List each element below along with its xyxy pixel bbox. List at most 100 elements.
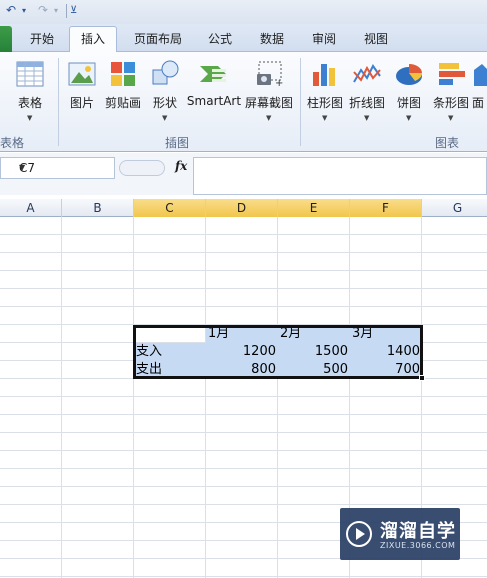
insert-function-icon[interactable]: fx [175, 159, 187, 173]
tab-page-layout[interactable]: 页面布局 [126, 27, 190, 52]
column-header-c[interactable]: C [134, 199, 206, 217]
screenshot-icon: + [257, 61, 283, 89]
grid-line [0, 432, 487, 433]
chevron-down-icon: ▼ [448, 114, 454, 122]
chevron-down-icon: ▼ [162, 114, 168, 122]
grid-line [0, 252, 487, 253]
tab-view[interactable]: 视图 [354, 27, 398, 52]
pie-chart-label: 饼图 [396, 96, 421, 110]
group-divider [58, 58, 59, 146]
group-divider [300, 58, 301, 146]
tab-formulas[interactable]: 公式 [198, 27, 242, 52]
toolbar-divider [66, 4, 67, 18]
grid-line [0, 306, 487, 307]
smartart-label: SmartArt [186, 94, 242, 108]
shapes-icon [152, 60, 179, 85]
clipart-label: 剪贴画 [104, 96, 141, 110]
grid-line [0, 396, 487, 397]
column-chart-icon [313, 64, 335, 86]
area-chart-button[interactable]: 面 [472, 54, 487, 134]
picture-label: 图片 [69, 96, 94, 110]
svg-text:+: + [275, 78, 283, 89]
tab-home[interactable]: 开始 [20, 27, 64, 52]
group-label-illustrations: 插图 [165, 136, 190, 150]
undo-icon[interactable]: ↶ [6, 3, 16, 19]
pie-chart-button[interactable]: 饼图 ▼ [388, 54, 430, 134]
bar-chart-label: 条形图 [432, 96, 469, 110]
tab-insert[interactable]: 插入 [69, 26, 117, 53]
grid-line [0, 414, 487, 415]
formula-input[interactable] [193, 157, 487, 195]
column-header-b[interactable]: B [62, 199, 134, 217]
column-header-f[interactable]: F [350, 199, 422, 217]
play-icon [346, 521, 372, 547]
grid-line [0, 576, 487, 577]
clipart-button[interactable]: 剪贴画 [102, 54, 144, 134]
line-chart-label: 折线图 [348, 96, 385, 110]
bar-chart-icon [439, 63, 465, 85]
table-icon [16, 61, 44, 87]
fill-handle[interactable] [419, 375, 425, 381]
chevron-down-icon: ▼ [266, 114, 272, 122]
smartart-button[interactable]: SmartArt [186, 54, 242, 134]
column-header-a[interactable]: A [0, 199, 62, 217]
group-label-charts: 图表 [435, 136, 460, 150]
grid-line [0, 504, 487, 505]
grid-line [0, 486, 487, 487]
grid-line [61, 217, 62, 578]
formula-bar: C7 ▼ fx [0, 153, 487, 195]
line-chart-button[interactable]: 折线图 ▼ [346, 54, 388, 134]
column-chart-label: 柱形图 [306, 96, 343, 110]
screenshot-label: 屏幕截图 [244, 96, 293, 110]
grid-line [0, 288, 487, 289]
chevron-down-icon: ▼ [364, 114, 370, 122]
tab-review[interactable]: 审阅 [302, 27, 346, 52]
smartart-icon [200, 66, 226, 82]
shapes-button[interactable]: 形状 ▼ [144, 54, 186, 134]
picture-icon [68, 62, 96, 86]
grid-line [0, 468, 487, 469]
chevron-down-icon: ▼ [27, 114, 33, 122]
formula-bar-resize-handle[interactable] [119, 160, 165, 176]
chevron-down-icon: ▼ [322, 114, 328, 122]
grid-line [0, 234, 487, 235]
table-button-label: 表格 [17, 96, 42, 110]
watermark-url: ZIXUE.3066.COM [380, 541, 456, 550]
ribbon-insert-panel: 表格 ▼ 表格 图片 剪贴画 形状 ▼ SmartArt + 屏幕截图 ▼ 插图… [0, 52, 487, 152]
table-button[interactable]: 表格 ▼ [6, 54, 54, 134]
grid-line [133, 217, 134, 578]
column-header-g[interactable]: G [422, 199, 487, 217]
grid-line [277, 217, 278, 578]
area-chart-icon [474, 64, 487, 86]
pie-chart-icon [396, 64, 423, 85]
column-header-d[interactable]: D [206, 199, 278, 217]
line-chart-icon [353, 64, 381, 83]
column-chart-button[interactable]: 柱形图 ▼ [304, 54, 346, 134]
grid-line [0, 450, 487, 451]
name-box[interactable]: C7 ▼ [0, 157, 115, 179]
ribbon-tab-row: 开始 插入 页面布局 公式 数据 审阅 视图 [0, 24, 487, 53]
column-header-e[interactable]: E [278, 199, 350, 217]
chevron-down-icon[interactable]: ▼ [19, 163, 110, 172]
clipart-icon [111, 62, 135, 86]
undo-dropdown-icon[interactable]: ▾ [22, 6, 26, 22]
file-tab[interactable] [0, 26, 12, 52]
customize-toolbar-icon[interactable]: ⊻ [70, 5, 77, 21]
redo-dropdown-icon[interactable]: ▾ [54, 6, 58, 22]
watermark-logo: 溜溜自学 ZIXUE.3066.COM [340, 508, 460, 560]
area-chart-label: 面 [472, 96, 485, 110]
watermark-title: 溜溜自学 [380, 521, 456, 542]
grid-line [0, 270, 487, 271]
quick-access-toolbar: ↶ ▾ ↷ ▾ ⊻ [0, 0, 487, 24]
chevron-down-icon: ▼ [406, 114, 412, 122]
formula-controls: fx [115, 157, 193, 179]
screenshot-button[interactable]: + 屏幕截图 ▼ [242, 54, 296, 134]
column-header-row: A B C D E F G [0, 199, 487, 217]
bar-chart-button[interactable]: 条形图 ▼ [430, 54, 472, 134]
grid-line [205, 217, 206, 578]
shapes-label: 形状 [152, 96, 177, 110]
redo-icon[interactable]: ↷ [38, 3, 48, 19]
picture-button[interactable]: 图片 [62, 54, 102, 134]
selection-border [133, 325, 423, 379]
tab-data[interactable]: 数据 [250, 27, 294, 52]
